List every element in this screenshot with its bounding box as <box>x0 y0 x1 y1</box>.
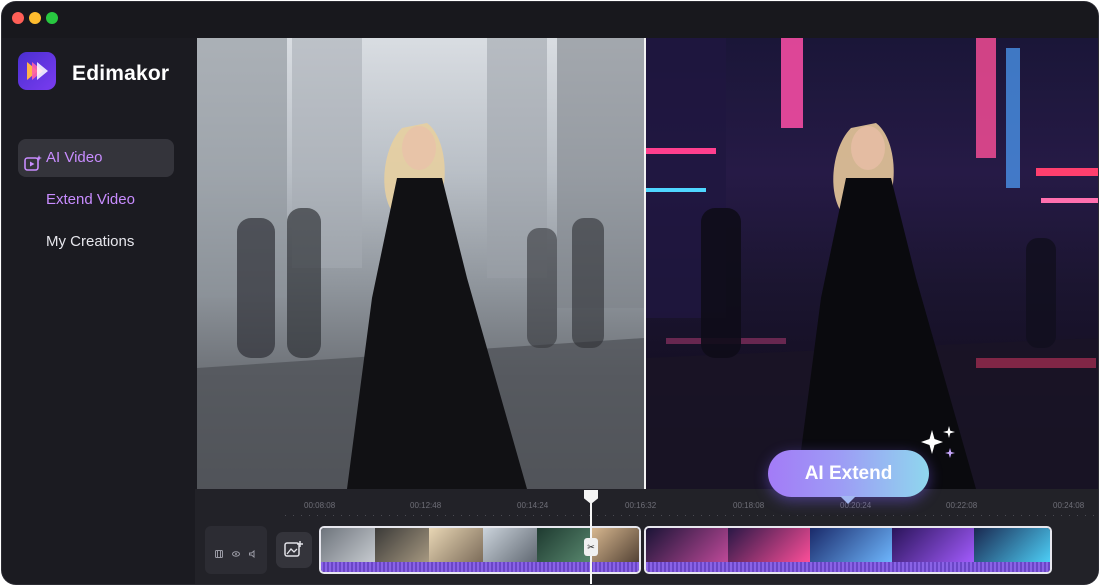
ruler-tick-label: 00:14:24 <box>517 501 549 510</box>
clip-thumbnail <box>728 528 810 564</box>
sidebar-item-label: My Creations <box>46 233 135 250</box>
clip-thumbnail <box>591 528 639 564</box>
add-image-icon <box>284 541 303 557</box>
sidebar: Edimakor AI Video Extend Video My Creati… <box>2 38 195 584</box>
ruler-tick-label: 00:22:08 <box>946 501 978 510</box>
clip-thumbnail <box>429 528 483 564</box>
clip-thumbnail <box>892 528 974 564</box>
app-window: Edimakor AI Video Extend Video My Creati… <box>2 2 1098 584</box>
video-preview <box>197 38 1098 489</box>
sidebar-item-ai-video[interactable]: AI Video <box>18 139 174 177</box>
audio-mute-icon[interactable] <box>249 545 257 559</box>
timeline-panel: 00:08:08 00:12:48 00:14:24 00:16:32 00:1… <box>195 489 1098 584</box>
sidebar-item-extend-video[interactable]: Extend Video <box>18 181 174 219</box>
clip-thumbnail <box>537 528 591 564</box>
original-frame <box>197 38 644 489</box>
clip-thumbnail <box>810 528 892 564</box>
app-name: Edimakor <box>72 62 170 85</box>
film-track-icon[interactable] <box>215 545 223 558</box>
title-bar <box>2 2 1098 38</box>
audio-waveform <box>646 562 1050 572</box>
clip-thumbnail <box>646 528 728 564</box>
track-controls <box>205 526 267 574</box>
extended-video-clip[interactable] <box>644 526 1052 574</box>
sidebar-item-my-creations[interactable]: My Creations <box>18 223 174 261</box>
close-window-button[interactable] <box>12 12 24 24</box>
ruler-tick-label: 00:16:32 <box>625 501 657 510</box>
sidebar-item-label: Extend Video <box>46 191 135 208</box>
minimize-window-button[interactable] <box>29 12 41 24</box>
add-media-button[interactable] <box>276 532 312 568</box>
timeline-ruler[interactable] <box>285 515 1095 516</box>
ruler-tick-label: 00:24:08 <box>1053 501 1085 510</box>
extended-frame <box>646 38 1098 489</box>
maximize-window-button[interactable] <box>46 12 58 24</box>
ai-extend-button[interactable]: AI Extend <box>768 450 929 504</box>
clip-thumbnail <box>375 528 429 564</box>
ruler-tick-label: 00:18:08 <box>733 501 765 510</box>
split-scissors-icon[interactable]: ✂ <box>584 538 598 556</box>
clip-thumbnail <box>483 528 537 564</box>
clip-thumbnail <box>974 528 1050 564</box>
edimakor-logo-icon <box>18 52 56 90</box>
ruler-tick-label: 00:12:48 <box>410 501 442 510</box>
ruler-tick-label: 00:08:08 <box>304 501 336 510</box>
sidebar-item-label: AI Video <box>46 149 103 166</box>
clip-thumbnail <box>321 528 375 564</box>
sparkle-icon <box>920 426 960 467</box>
eye-visibility-icon[interactable] <box>232 545 240 557</box>
